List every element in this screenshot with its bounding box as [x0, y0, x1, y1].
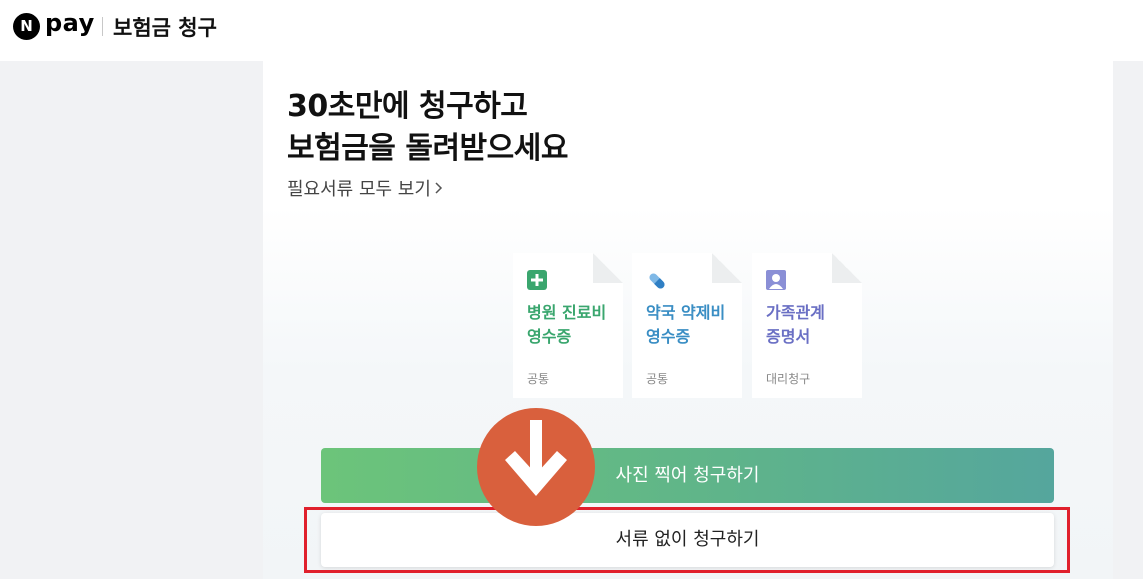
required-docs-label: 필요서류 모두 보기 — [287, 179, 431, 200]
chevron-right-icon — [434, 180, 443, 196]
card-title-line-1: 가족관계 — [766, 303, 825, 322]
card-title-line-2: 영수증 — [527, 327, 572, 346]
card-title: 약국 약제비 영수증 — [646, 301, 725, 349]
headline-line-1: 30초만에 청구하고 — [287, 89, 528, 124]
doc-card-family-certificate: 가족관계 증명서 대리청구 — [752, 253, 862, 398]
card-title-line-1: 약국 약제비 — [646, 303, 726, 322]
headline: 30초만에 청구하고 보험금을 돌려받으세요 — [287, 86, 568, 170]
claim-without-documents-button[interactable]: 서류 없이 청구하기 — [321, 513, 1054, 567]
headline-line-2: 보험금을 돌려받으세요 — [287, 131, 568, 166]
card-title-line-2: 증명서 — [766, 327, 811, 346]
card-title: 가족관계 증명서 — [766, 301, 825, 349]
doc-card-hospital-receipt: 병원 진료비 영수증 공통 — [513, 253, 623, 398]
person-icon — [766, 270, 786, 290]
top-header: N pay 보험금 청구 — [0, 0, 1143, 61]
down-arrow-icon — [477, 408, 595, 526]
photo-claim-button[interactable]: 사진 찍어 청구하기 — [321, 448, 1054, 503]
card-tag: 대리청구 — [766, 372, 811, 386]
card-tag: 공통 — [646, 372, 669, 386]
doc-card-pharmacy-receipt: 약국 약제비 영수증 공통 — [632, 253, 742, 398]
card-title: 병원 진료비 영수증 — [527, 301, 606, 349]
page-title: 보험금 청구 — [113, 16, 217, 40]
card-title-line-2: 영수증 — [646, 327, 691, 346]
header-divider — [102, 17, 103, 36]
required-docs-link[interactable]: 필요서류 모두 보기 — [287, 175, 443, 201]
pill-icon — [646, 270, 666, 290]
medical-plus-icon — [527, 270, 547, 290]
card-tag: 공통 — [527, 372, 550, 386]
pay-logo-text[interactable]: pay — [45, 9, 95, 37]
naver-logo-icon[interactable]: N — [13, 13, 40, 40]
card-title-line-1: 병원 진료비 — [527, 303, 607, 322]
